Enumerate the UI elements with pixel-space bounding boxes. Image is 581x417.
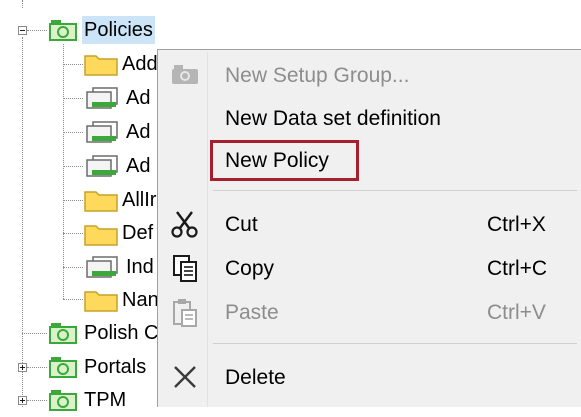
menu-item-shortcut: Ctrl+C — [487, 257, 548, 280]
camera-group-icon — [170, 61, 200, 92]
tree-connector — [63, 98, 83, 99]
new-policy-highlight-box — [210, 140, 359, 181]
tree-item-label: Ad — [126, 155, 151, 177]
dataset-icon — [84, 255, 120, 279]
context-menu: New Setup Group... New Data set definiti… — [157, 49, 581, 407]
tree-item-label: Ad — [126, 121, 151, 143]
scissors-icon — [170, 210, 200, 243]
tree-item[interactable]: AllIr — [120, 183, 158, 217]
menu-item-delete[interactable]: Delete — [158, 356, 581, 400]
tree-item-label: Policies — [82, 16, 155, 44]
policy-group-icon — [48, 18, 78, 42]
menu-item-shortcut: Ctrl+X — [487, 213, 546, 236]
menu-item-new-setup-group[interactable]: New Setup Group... — [158, 54, 581, 98]
menu-item-paste[interactable]: Paste Ctrl+V — [158, 291, 581, 335]
tree-connector — [22, 37, 23, 407]
tree-connector — [63, 132, 83, 133]
tree-item-label: Nan — [122, 289, 159, 311]
policy-group-icon — [48, 355, 78, 379]
menu-item-shortcut: Ctrl+V — [487, 301, 546, 324]
menu-item-label: Delete — [225, 366, 286, 389]
tree-item-label: Add — [122, 53, 158, 75]
tree-item[interactable]: Ind — [124, 250, 156, 284]
tree-connector — [22, 333, 47, 334]
folder-icon — [84, 52, 118, 76]
folder-icon — [84, 188, 118, 212]
tree-item-label: TPM — [84, 389, 127, 411]
tree-connector — [63, 299, 83, 300]
tree-item-label: Ind — [126, 256, 154, 278]
tree-item-label: Ad — [126, 87, 151, 109]
tree-connector — [63, 267, 83, 268]
menu-item-label: New Setup Group... — [225, 64, 410, 87]
tree-connector — [27, 367, 47, 368]
policy-group-icon — [48, 388, 78, 412]
menu-item-copy[interactable]: Copy Ctrl+C — [158, 247, 581, 291]
tree-item[interactable]: Add — [120, 47, 160, 81]
tree-connector — [63, 233, 83, 234]
tree-item-tpm[interactable]: TPM — [82, 383, 128, 417]
menu-item-cut[interactable]: Cut Ctrl+X — [158, 203, 581, 247]
menu-item-label: Paste — [225, 301, 279, 324]
menu-item-label: New Data set definition — [225, 107, 441, 130]
tree-item[interactable]: Ad — [124, 81, 152, 115]
tree-item[interactable]: Def — [120, 216, 155, 250]
tree-item[interactable]: Ad — [124, 149, 152, 183]
tree-item-label: AllIr — [122, 189, 157, 211]
tree-item-polish[interactable]: Polish C — [82, 316, 160, 350]
dataset-icon — [84, 120, 120, 144]
tree-item[interactable]: Nan — [120, 283, 161, 317]
tree-connector — [63, 200, 83, 201]
tree-item-portals[interactable]: Portals — [82, 350, 148, 384]
tree-item-policies[interactable]: Policies — [82, 13, 155, 47]
tree-connector — [22, 0, 23, 8]
tree-connector — [63, 64, 83, 65]
expand-toggle[interactable] — [18, 363, 27, 372]
tree-item-label: Portals — [84, 356, 147, 378]
paste-icon — [170, 298, 200, 333]
copy-icon — [170, 254, 200, 287]
tree-item-label: Def — [122, 222, 154, 244]
dataset-icon — [84, 86, 120, 110]
tree-connector — [27, 30, 47, 31]
folder-icon — [84, 222, 118, 246]
delete-x-icon — [170, 363, 200, 396]
tree-connector — [63, 166, 83, 167]
menu-item-label: Cut — [225, 213, 258, 236]
tree-item[interactable]: Ad — [124, 115, 152, 149]
dataset-icon — [84, 154, 120, 178]
menu-separator — [213, 343, 577, 344]
menu-item-new-dataset-definition[interactable]: New Data set definition — [158, 97, 581, 141]
tree-connector — [27, 400, 47, 401]
expand-toggle[interactable] — [18, 396, 27, 405]
tree-item-label: Polish C — [84, 322, 159, 344]
tree-connector — [63, 44, 64, 299]
collapse-toggle[interactable] — [18, 26, 27, 35]
menu-separator — [213, 190, 577, 191]
menu-item-label: Copy — [225, 257, 275, 280]
folder-icon — [84, 288, 118, 312]
policy-group-icon — [48, 321, 78, 345]
